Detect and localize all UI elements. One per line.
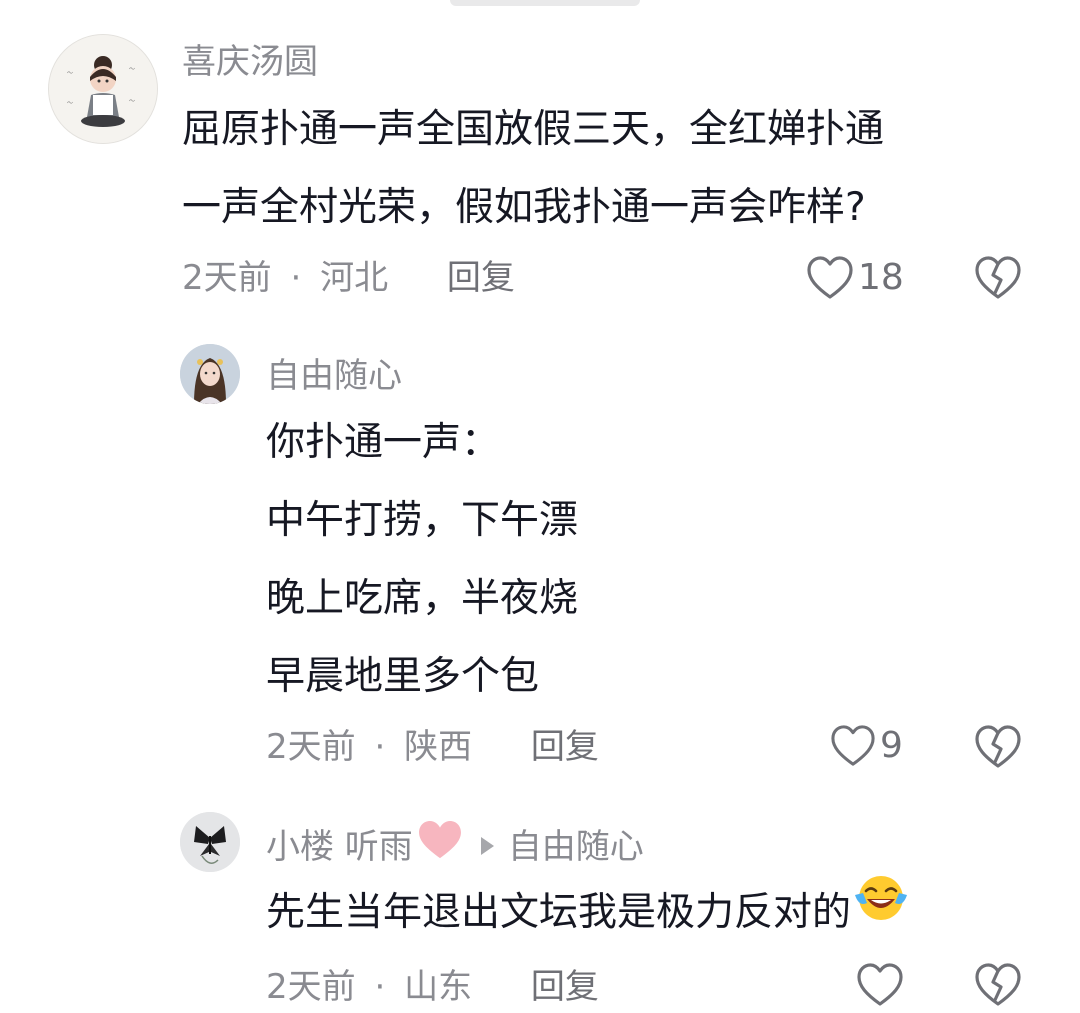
username[interactable]: 自由随心 <box>266 356 402 396</box>
dislike-button[interactable] <box>974 255 1022 305</box>
heart-outline-icon <box>831 725 875 766</box>
svg-text:～: ～ <box>129 98 135 105</box>
broken-heart-icon <box>975 256 1021 299</box>
play-arrow-icon <box>480 836 494 855</box>
comment-location: 河北 <box>320 258 389 298</box>
comment-meta: 2天前 · 河北 回复 <box>182 258 515 298</box>
comment-text-line: 一声全村光荣，假如我扑通一声会咋样? <box>182 185 866 230</box>
comment-text-line: 早晨地里多个包 <box>266 654 540 699</box>
reply-to-username[interactable]: 自由随心 <box>508 827 644 867</box>
meta-separator: · <box>374 967 386 1007</box>
username[interactable]: 小楼 听雨 <box>266 827 413 867</box>
comment-text-line: 中午打捞，下午漂 <box>266 498 579 543</box>
reply-button[interactable]: 回复 <box>447 258 515 298</box>
reply-button[interactable]: 回复 <box>531 967 599 1007</box>
comment-text-line: 先生当年退出文坛我是极力反对的 <box>266 874 909 954</box>
comment-text-line: 晚上吃席，半夜烧 <box>266 576 579 621</box>
svg-text:～: ～ <box>67 100 73 107</box>
like-count: 18 <box>858 257 904 298</box>
laughing-crying-emoji <box>853 872 909 950</box>
like-button[interactable]: 9 <box>830 724 903 768</box>
svg-text:～: ～ <box>129 66 135 73</box>
pink-heart-emoji <box>417 820 463 869</box>
avatar[interactable]: ～ ～ ～ ～ <box>48 34 158 144</box>
svg-text:～: ～ <box>67 70 73 77</box>
comment-location: 陕西 <box>404 727 473 767</box>
avatar[interactable] <box>180 344 240 404</box>
comment-meta: 2天前 · 山东 回复 <box>266 967 599 1007</box>
reply-button[interactable]: 回复 <box>531 727 599 767</box>
comment-time: 2天前 <box>266 967 356 1007</box>
like-button[interactable] <box>856 962 908 1008</box>
broken-heart-icon <box>975 963 1021 1006</box>
comment-text-line: 屈原扑通一声全国放假三天，全红婵扑通 <box>182 107 885 152</box>
comment-text: 屈原扑通一声全国放假三天，全红婵扑通 一声全村光荣，假如我扑通一声会咋样? <box>182 91 884 247</box>
like-count: 9 <box>880 725 903 766</box>
dislike-button[interactable] <box>974 962 1022 1012</box>
username[interactable]: 喜庆汤圆 <box>182 42 318 82</box>
meta-separator: · <box>374 727 386 767</box>
avatar[interactable] <box>180 812 240 872</box>
comment-time: 2天前 <box>182 258 272 298</box>
heart-outline-icon <box>807 256 853 299</box>
broken-heart-icon <box>975 725 1021 768</box>
dislike-button[interactable] <box>974 724 1022 774</box>
like-button[interactable]: 18 <box>806 255 904 301</box>
comment-location: 山东 <box>404 967 473 1007</box>
meta-separator: · <box>290 258 302 298</box>
comment-time: 2天前 <box>266 727 356 767</box>
comment-text: 你扑通一声： 中午打捞，下午漂 晚上吃席，半夜烧 早晨地里多个包 <box>266 404 578 716</box>
top-scroll-indicator <box>450 0 640 6</box>
heart-outline-icon <box>857 963 903 1006</box>
reply-header: 小楼 听雨 自由随心 <box>266 820 644 873</box>
comment-text-span: 先生当年退出文坛我是极力反对的 <box>266 890 852 935</box>
comment-meta: 2天前 · 陕西 回复 <box>266 727 599 767</box>
comment-text-line: 你扑通一声： <box>266 420 501 465</box>
comment-text: 先生当年退出文坛我是极力反对的 <box>266 874 909 954</box>
